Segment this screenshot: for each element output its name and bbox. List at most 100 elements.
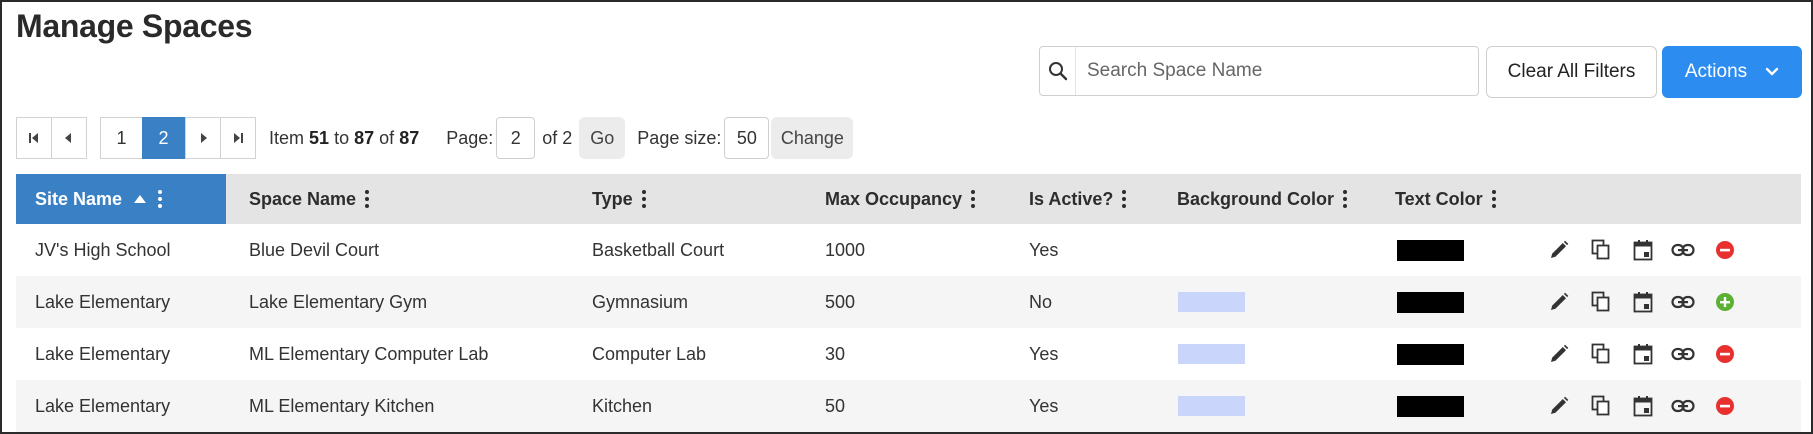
row-actions bbox=[1547, 224, 1737, 276]
next-page-icon bbox=[201, 133, 207, 143]
background-color-swatch bbox=[1178, 344, 1245, 364]
activate-icon[interactable] bbox=[1713, 290, 1737, 314]
link-icon[interactable] bbox=[1671, 342, 1695, 366]
copy-icon[interactable] bbox=[1589, 238, 1613, 262]
copy-icon[interactable] bbox=[1589, 290, 1613, 314]
link-icon[interactable] bbox=[1671, 238, 1695, 262]
is-active-cell: Yes bbox=[1029, 395, 1059, 416]
search-box[interactable] bbox=[1039, 46, 1479, 96]
chevron-down-icon bbox=[1765, 67, 1779, 76]
item-range: Item 51 to 87 of 87 bbox=[269, 127, 420, 148]
clear-all-filters-button[interactable]: Clear All Filters bbox=[1486, 46, 1657, 98]
page-number-input[interactable]: 2 bbox=[496, 117, 536, 159]
space-name-cell: Lake Elementary Gym bbox=[249, 291, 428, 312]
column-header-max-occupancy[interactable]: Max Occupancy bbox=[825, 174, 976, 224]
copy-icon[interactable] bbox=[1589, 342, 1613, 366]
calendar-icon[interactable] bbox=[1631, 238, 1655, 262]
page-count: of 2 bbox=[542, 127, 573, 148]
max-occupancy-cell: 1000 bbox=[825, 239, 866, 260]
text-color-swatch bbox=[1397, 343, 1464, 365]
calendar-icon[interactable] bbox=[1631, 394, 1655, 418]
edit-icon[interactable] bbox=[1547, 290, 1571, 314]
table-row[interactable]: Lake Elementary ML Elementary Computer L… bbox=[16, 328, 1801, 380]
previous-page-icon bbox=[65, 133, 71, 143]
page-2-button[interactable]: 2 bbox=[142, 117, 185, 159]
column-menu-icon[interactable] bbox=[1122, 190, 1127, 208]
table-row[interactable]: Lake Elementary ML Elementary Kitchen Ki… bbox=[16, 380, 1801, 432]
column-header-background-color[interactable]: Background Color bbox=[1177, 174, 1348, 224]
go-button[interactable]: Go bbox=[579, 117, 626, 159]
calendar-icon[interactable] bbox=[1631, 290, 1655, 314]
spaces-table: Site Name Space Name Type Max Occupancy … bbox=[16, 174, 1801, 432]
background-color-swatch bbox=[1178, 396, 1245, 416]
next-page-button[interactable] bbox=[185, 117, 221, 159]
change-page-size-button[interactable]: Change bbox=[771, 117, 854, 159]
edit-icon[interactable] bbox=[1547, 342, 1571, 366]
link-icon[interactable] bbox=[1671, 290, 1695, 314]
search-input[interactable] bbox=[1076, 47, 1478, 95]
page-label: Page: bbox=[446, 127, 494, 148]
table-body: JV's High School Blue Devil Court Basket… bbox=[16, 224, 1801, 432]
is-active-cell: Yes bbox=[1029, 343, 1059, 364]
type-cell: Computer Lab bbox=[592, 343, 707, 364]
deactivate-icon[interactable] bbox=[1713, 342, 1737, 366]
actions-button[interactable]: Actions bbox=[1662, 46, 1802, 98]
link-icon[interactable] bbox=[1671, 394, 1695, 418]
search-icon bbox=[1040, 47, 1076, 95]
manage-spaces-window: Manage Spaces Clear All Filters Actions bbox=[0, 0, 1813, 434]
text-color-swatch bbox=[1397, 239, 1464, 261]
space-name-cell: Blue Devil Court bbox=[249, 239, 380, 260]
text-color-cell bbox=[1397, 276, 1464, 328]
background-color-cell bbox=[1178, 380, 1245, 432]
is-active-cell: No bbox=[1029, 291, 1053, 312]
background-color-cell bbox=[1178, 328, 1245, 380]
pager: 1 2 Item 51 to 87 of 87 Page: 2 of 2 Go … bbox=[16, 117, 854, 159]
column-header-is-active[interactable]: Is Active? bbox=[1029, 174, 1127, 224]
space-name-cell: ML Elementary Computer Lab bbox=[249, 343, 489, 364]
first-page-icon bbox=[29, 133, 38, 143]
column-menu-icon[interactable] bbox=[971, 190, 976, 208]
page-size-label: Page size: bbox=[637, 127, 722, 148]
table-row[interactable]: Lake Elementary Lake Elementary Gym Gymn… bbox=[16, 276, 1801, 328]
column-header-text-color[interactable]: Text Color bbox=[1395, 174, 1496, 224]
page-size-input[interactable]: 50 bbox=[724, 117, 770, 159]
sort-ascending-icon bbox=[134, 195, 147, 203]
column-menu-icon[interactable] bbox=[158, 190, 163, 208]
max-occupancy-cell: 500 bbox=[825, 291, 856, 312]
space-name-cell: ML Elementary Kitchen bbox=[249, 395, 435, 416]
column-menu-icon[interactable] bbox=[1343, 190, 1348, 208]
background-color-cell bbox=[1178, 224, 1245, 276]
previous-page-button[interactable] bbox=[51, 117, 87, 159]
column-menu-icon[interactable] bbox=[641, 190, 646, 208]
background-color-swatch bbox=[1178, 292, 1245, 312]
last-page-icon bbox=[234, 133, 243, 143]
actions-button-label: Actions bbox=[1684, 61, 1748, 82]
last-page-button[interactable] bbox=[220, 117, 256, 159]
max-occupancy-cell: 50 bbox=[825, 395, 846, 416]
row-actions bbox=[1547, 380, 1737, 432]
table-header: Site Name Space Name Type Max Occupancy … bbox=[16, 174, 1801, 224]
column-header-space-name[interactable]: Space Name bbox=[249, 174, 370, 224]
deactivate-icon[interactable] bbox=[1713, 238, 1737, 262]
page-title: Manage Spaces bbox=[16, 8, 253, 44]
is-active-cell: Yes bbox=[1029, 239, 1059, 260]
site-name-cell: JV's High School bbox=[35, 239, 171, 260]
table-row[interactable]: JV's High School Blue Devil Court Basket… bbox=[16, 224, 1801, 276]
site-name-cell: Lake Elementary bbox=[35, 343, 171, 364]
deactivate-icon[interactable] bbox=[1713, 394, 1737, 418]
column-menu-icon[interactable] bbox=[1491, 190, 1496, 208]
text-color-cell bbox=[1397, 328, 1464, 380]
site-name-cell: Lake Elementary bbox=[35, 395, 171, 416]
column-menu-icon[interactable] bbox=[365, 190, 370, 208]
copy-icon[interactable] bbox=[1589, 394, 1613, 418]
edit-icon[interactable] bbox=[1547, 238, 1571, 262]
page-1-button[interactable]: 1 bbox=[100, 117, 143, 159]
max-occupancy-cell: 30 bbox=[825, 343, 846, 364]
background-color-cell bbox=[1178, 276, 1245, 328]
column-header-type[interactable]: Type bbox=[592, 174, 646, 224]
calendar-icon[interactable] bbox=[1631, 342, 1655, 366]
edit-icon[interactable] bbox=[1547, 394, 1571, 418]
column-header-site-name[interactable]: Site Name bbox=[16, 174, 226, 224]
first-page-button[interactable] bbox=[16, 117, 52, 159]
type-cell: Gymnasium bbox=[592, 291, 689, 312]
